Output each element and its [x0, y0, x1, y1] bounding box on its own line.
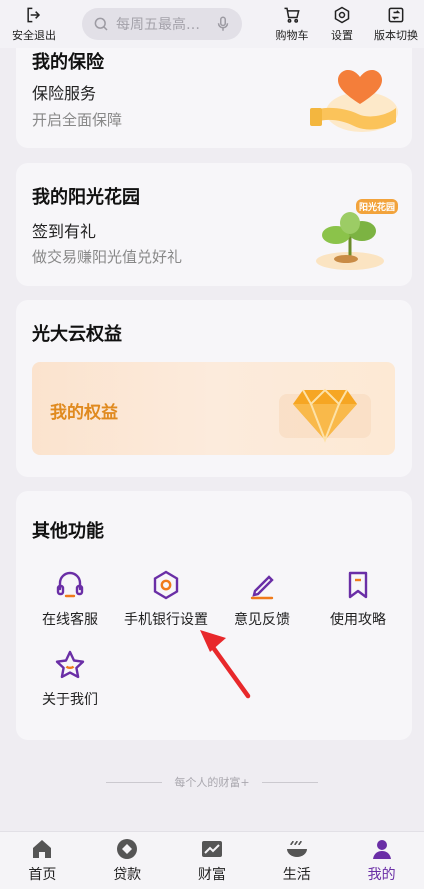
insurance-desc: 开启全面保障	[32, 111, 123, 129]
nav-mine-label: 我的	[367, 867, 396, 883]
user-icon	[372, 840, 391, 859]
version-switch-label: 版本切换	[374, 29, 418, 42]
insurance-title: 我的保险	[32, 52, 104, 73]
garden-subtitle: 签到有礼	[32, 222, 97, 241]
user-guide-label: 使用攻略	[330, 612, 386, 628]
bowl-icon	[286, 840, 307, 857]
nav-mine[interactable]: 我的	[339, 832, 424, 889]
microphone-icon[interactable]	[214, 15, 232, 33]
annotation-arrow	[200, 630, 251, 699]
logout-button[interactable]: 安全退出	[6, 5, 62, 43]
bottom-nav: 首页 贷款 财富 生活 我的	[0, 831, 424, 889]
mobile-banking-settings-item[interactable]: 手机银行设置	[118, 567, 214, 629]
insurance-subtitle: 保险服务	[32, 84, 97, 103]
other-functions-card: 其他功能 在线客服 手机银行设置 意见反馈 使用攻略 关于我们	[16, 491, 412, 740]
feedback-item[interactable]: 意见反馈	[214, 567, 310, 629]
gear-icon	[334, 6, 350, 24]
cart-icon	[284, 7, 300, 23]
garden-badge: 阳光花园	[355, 199, 398, 214]
garden-illustration: 阳光花园	[306, 199, 398, 271]
loan-icon	[117, 839, 138, 859]
search-placeholder: 每周五最高…	[116, 17, 200, 33]
chart-icon	[201, 841, 222, 857]
online-service-item[interactable]: 在线客服	[22, 567, 118, 629]
tagline: 每个人的财富+	[0, 774, 424, 790]
cart-button[interactable]: 购物车	[274, 5, 310, 43]
cloud-equity-card: 光大云权益 我的权益	[16, 300, 412, 477]
settings-button[interactable]: 设置	[324, 5, 360, 43]
garden-title: 我的阳光花园	[32, 187, 140, 208]
pencil-icon	[250, 575, 274, 600]
nav-wealth[interactable]: 财富	[170, 832, 255, 889]
cloud-equity-title: 光大云权益	[32, 324, 122, 345]
nav-life[interactable]: 生活	[254, 832, 339, 889]
other-functions-title: 其他功能	[32, 521, 104, 542]
bookmark-icon	[348, 571, 368, 599]
tagline-divider-right	[261, 781, 318, 783]
headset-icon	[56, 571, 84, 598]
user-guide-item[interactable]: 使用攻略	[310, 567, 406, 629]
garden-desc: 做交易赚阳光值兑好礼	[32, 248, 183, 266]
nav-loan[interactable]: 贷款	[85, 832, 170, 889]
my-equity-label: 我的权益	[50, 403, 118, 423]
about-us-item[interactable]: 关于我们	[22, 647, 118, 709]
online-service-label: 在线客服	[42, 612, 98, 628]
tagline-divider-left	[106, 781, 163, 783]
diamond-icon	[279, 388, 371, 443]
home-icon	[33, 840, 52, 858]
nav-life-label: 生活	[282, 867, 311, 883]
nav-loan-label: 贷款	[113, 867, 142, 883]
logout-icon	[27, 7, 41, 23]
search-input[interactable]: 每周五最高…	[82, 8, 242, 40]
cart-label: 购物车	[275, 29, 309, 42]
nav-home-label: 首页	[28, 867, 57, 883]
nav-home[interactable]: 首页	[0, 832, 85, 889]
nav-wealth-label: 财富	[197, 867, 226, 883]
version-switch-button[interactable]: 版本切换	[374, 5, 418, 43]
settings-label: 设置	[331, 29, 353, 42]
star-face-icon	[55, 650, 85, 679]
top-bar: 安全退出 每周五最高… 购物车 设置 版本切换	[0, 0, 424, 48]
heart-hand-illustration	[310, 70, 398, 132]
hexagon-settings-icon	[153, 570, 179, 600]
my-equity-banner[interactable]: 我的权益	[32, 362, 395, 455]
sunshine-garden-card[interactable]: 我的阳光花园 签到有礼 做交易赚阳光值兑好礼 阳光花园	[16, 163, 412, 286]
about-us-label: 关于我们	[42, 692, 98, 708]
switch-icon	[388, 7, 404, 23]
tagline-text: 每个人的财富+	[174, 776, 250, 789]
search-icon	[94, 17, 108, 31]
logout-label: 安全退出	[12, 29, 56, 42]
